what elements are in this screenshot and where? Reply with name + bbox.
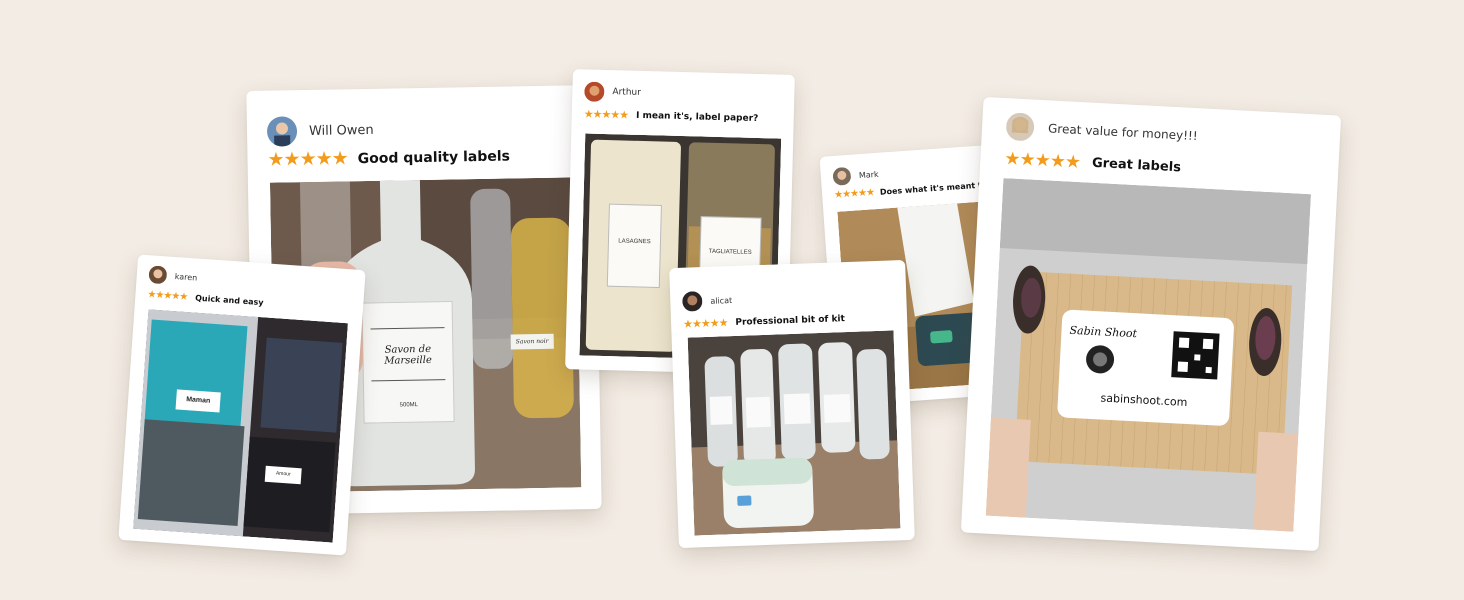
review-card-karen: karen ★★★★★ Quick and easy Maman Amour (118, 254, 366, 556)
user-avatar (832, 166, 852, 186)
username: karen (174, 271, 198, 283)
user-avatar (148, 265, 168, 285)
label-text-right: Savon noir (510, 333, 554, 350)
review-title: Does what it's meant to (879, 180, 988, 197)
username: Great value for money!!! (1047, 121, 1198, 144)
username: Arthur (612, 87, 641, 98)
user-avatar (1005, 112, 1035, 142)
review-photo[interactable]: Maman Amour (133, 309, 348, 543)
star-rating-icon: ★★★★★ (583, 108, 629, 122)
review-title: Great labels (1091, 155, 1182, 176)
review-title: Good quality labels (357, 147, 511, 167)
review-card-alicat: alicat ★★★★★ Professional bit of kit (669, 259, 915, 549)
username: Mark (858, 169, 879, 180)
star-rating-icon: ★★★★★ (267, 148, 348, 171)
star-rating-icon: ★★★★★ (147, 289, 188, 303)
user-avatar (584, 81, 605, 102)
review-title: Professional bit of kit (735, 313, 846, 328)
review-title: Quick and easy (194, 293, 264, 308)
user-avatar (682, 291, 703, 312)
username: Will Owen (308, 122, 374, 139)
review-photo[interactable] (687, 330, 901, 536)
star-rating-icon: ★★★★★ (1003, 148, 1081, 173)
review-photo[interactable]: Sabin Shoot sabinshoot.com (985, 178, 1312, 532)
review-title: I mean it's, label paper? (635, 110, 759, 124)
review-card-great-value: Great value for money!!! ★★★★★ Great lab… (960, 96, 1342, 552)
star-rating-icon: ★★★★★ (833, 187, 875, 201)
star-rating-icon: ★★★★★ (682, 317, 728, 331)
user-avatar (266, 116, 298, 147)
username: alicat (710, 295, 733, 306)
label-text: Savon de Marseille (384, 343, 432, 367)
